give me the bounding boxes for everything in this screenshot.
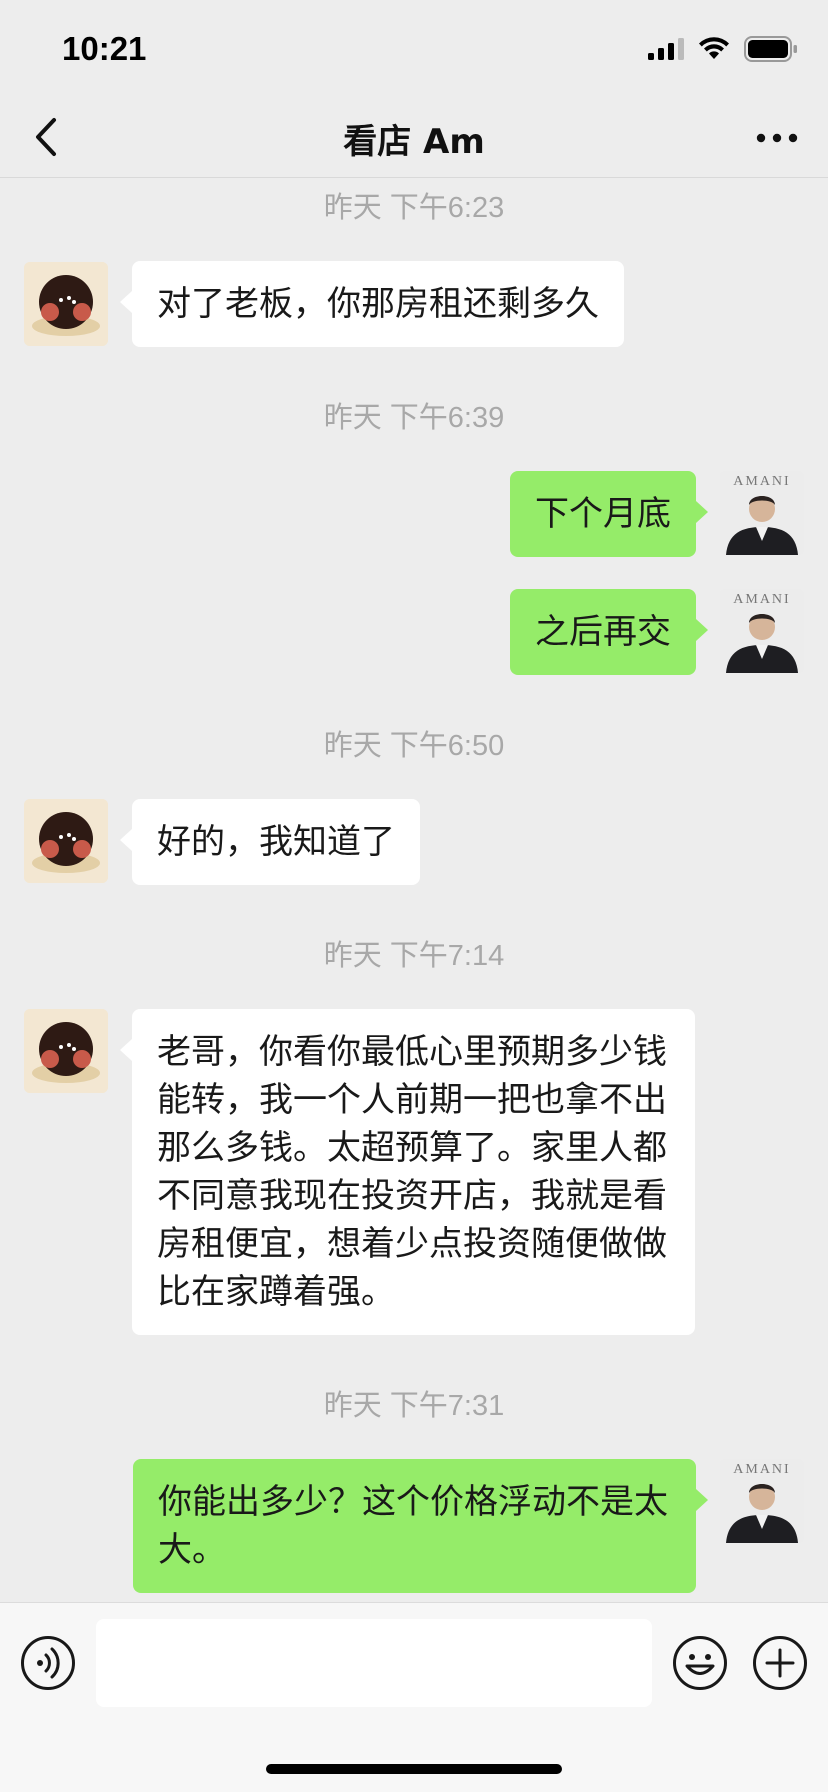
message-received[interactable]: 好的，我知道了: [120, 799, 420, 885]
status-time: 10:21: [62, 30, 147, 67]
chat-messages[interactable]: 昨天 下午6:23 对了老板，你那房租还剩多久 昨天 下午6:39 下个月底 A…: [0, 178, 828, 1602]
avatar-image: [24, 262, 108, 346]
message-sent[interactable]: 下个月底: [510, 471, 708, 557]
avatar-image: AMANI: [720, 1459, 804, 1543]
more-dots-icon[interactable]: [754, 118, 800, 158]
avatar-logo-text: AMANI: [733, 474, 790, 489]
wifi-icon: [699, 37, 729, 59]
contact-avatar[interactable]: [24, 1009, 108, 1093]
message-sent[interactable]: 之后再交: [510, 589, 708, 675]
avatar-image: AMANI: [720, 471, 804, 555]
message-received[interactable]: 老哥，你看你最低心里预期多少钱能转，我一个人前期一把也拿不出那么多钱。太超预算了…: [120, 1009, 695, 1335]
battery-icon: [744, 36, 797, 62]
my-avatar[interactable]: AMANI: [720, 1459, 804, 1543]
my-avatar[interactable]: AMANI: [720, 589, 804, 673]
timestamp: 昨天 下午6:39: [323, 402, 505, 434]
avatar-logo-text: AMANI: [733, 1462, 790, 1477]
timestamp: 昨天 下午7:31: [323, 1390, 505, 1422]
my-avatar[interactable]: AMANI: [720, 471, 804, 555]
timestamp: 昨天 下午6:23: [323, 192, 505, 224]
plus-icon[interactable]: [752, 1635, 808, 1691]
status-icons: [648, 36, 798, 62]
message-input[interactable]: [96, 1619, 652, 1707]
avatar-logo-text: AMANI: [733, 592, 790, 607]
avatar-image: [24, 1009, 108, 1093]
message-received[interactable]: 对了老板，你那房租还剩多久: [120, 261, 624, 347]
timestamp: 昨天 下午7:14: [323, 940, 505, 972]
emoji-icon[interactable]: [672, 1635, 728, 1691]
status-bar: 10:21: [0, 0, 828, 98]
avatar-image: AMANI: [720, 589, 804, 673]
timestamp: 昨天 下午6:50: [323, 730, 505, 762]
message-sent[interactable]: 你能出多少？这个价格浮动不是太大。: [133, 1459, 708, 1593]
contact-avatar[interactable]: [24, 799, 108, 883]
chat-header: 看店 Am: [0, 98, 828, 178]
voice-icon[interactable]: [20, 1635, 76, 1691]
avatar-image: [24, 799, 108, 883]
signal-icon: [648, 38, 684, 60]
home-indicator[interactable]: [266, 1764, 562, 1774]
chat-title: 看店 Am: [343, 122, 485, 162]
contact-avatar[interactable]: [24, 262, 108, 346]
